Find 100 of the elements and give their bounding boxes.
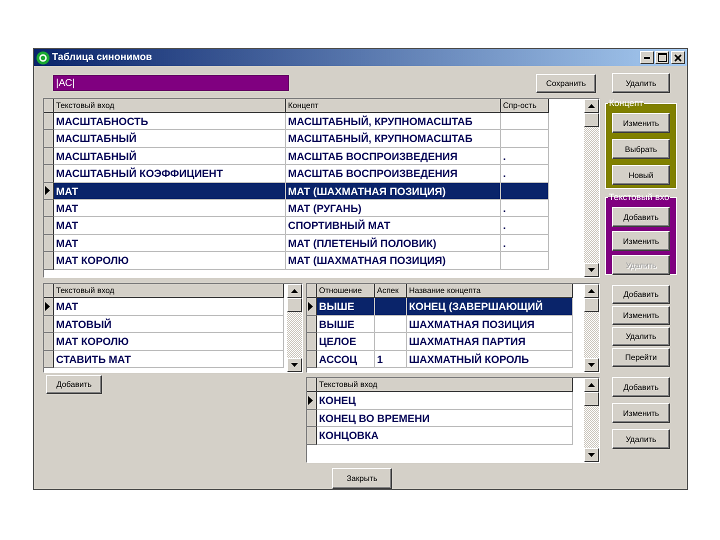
table-cell: ВЫШЕ <box>317 316 375 333</box>
up-arrow-icon <box>588 383 595 387</box>
scroll-down-button[interactable] <box>584 263 599 277</box>
scroll-thumb[interactable] <box>584 392 599 406</box>
table-row[interactable]: МАТ СПОРТИВНЫЙ МАТ . <box>44 217 584 235</box>
column-header[interactable]: Аспек <box>375 284 407 298</box>
up-arrow-icon <box>291 289 298 293</box>
table-row[interactable]: ВЫШЕ КОНЕЦ (ЗАВЕРШАЮЩИЙ <box>307 298 584 316</box>
table-row[interactable]: МАТ КОРОЛЮ МАТ (ШАХМАТНАЯ ПОЗИЦИЯ) <box>44 252 584 270</box>
table-row[interactable]: МАТ МАТ (РУГАНЬ) . <box>44 200 584 218</box>
row-indicator[interactable] <box>44 316 54 333</box>
concept-button[interactable]: Изменить <box>612 113 670 133</box>
up-arrow-icon <box>588 289 595 293</box>
table-row[interactable]: ВЫШЕ ШАХМАТНАЯ ПОЗИЦИЯ <box>307 316 584 333</box>
row-indicator[interactable] <box>307 392 317 410</box>
current-row-icon <box>308 396 313 405</box>
scroll-up-button[interactable] <box>584 99 599 113</box>
maximize-button[interactable] <box>655 51 669 64</box>
row-indicator[interactable] <box>44 130 54 148</box>
table-cell: МАСШТАБНОСТЬ <box>54 113 286 130</box>
save-button[interactable]: Сохранить <box>536 74 596 92</box>
scroll-thumb[interactable] <box>287 298 302 312</box>
close-button[interactable] <box>671 51 685 64</box>
column-header[interactable]: Концепт <box>286 99 501 113</box>
scroll-down-button[interactable] <box>584 448 599 462</box>
table-cell: ШАХМАТНАЯ ПАРТИЯ <box>407 333 573 350</box>
row-indicator[interactable] <box>44 200 54 218</box>
table-cell: . <box>501 148 549 166</box>
scrollbar[interactable] <box>584 99 599 277</box>
relation-button[interactable]: Добавить <box>612 285 670 304</box>
text-button[interactable]: Удалить <box>612 429 670 449</box>
table-cell: МАСШТАБ ВОСПРОИЗВЕДЕНИЯ <box>286 148 501 166</box>
text-entry-button[interactable]: Добавить <box>612 207 670 227</box>
column-header[interactable]: Текстовый вход <box>317 378 573 392</box>
table-row[interactable]: АССОЦ 1 ШАХМАТНЫЙ КОРОЛЬ <box>307 350 584 368</box>
minimize-button[interactable] <box>640 51 654 64</box>
table-cell <box>375 333 407 350</box>
table-cell: МАТ (ШАХМАТНАЯ ПОЗИЦИЯ) <box>286 182 501 200</box>
table-cell: МАСШТАБНЫЙ, КРУПНОМАСШТАБ <box>286 130 501 148</box>
table-row[interactable]: МАТ МАТ (ПЛЕТЕНЫЙ ПОЛОВИК) . <box>44 234 584 252</box>
row-indicator[interactable] <box>307 298 317 316</box>
row-indicator[interactable] <box>307 316 317 333</box>
current-row-icon <box>308 302 313 311</box>
table-row[interactable]: МАСШТАБНОСТЬ МАСШТАБНЫЙ, КРУПНОМАСШТАБ <box>44 113 584 130</box>
table-cell: МАСШТАБНЫЙ, КРУПНОМАСШТАБ <box>286 113 501 130</box>
add-button[interactable]: Добавить <box>46 375 102 394</box>
table-cell <box>375 316 407 333</box>
column-header[interactable]: Текстовый вход <box>54 284 284 298</box>
table-row[interactable]: ЦЕЛОЕ ШАХМАТНАЯ ПАРТИЯ <box>307 333 584 350</box>
table-cell <box>501 182 549 200</box>
table-cell <box>501 113 549 130</box>
column-header[interactable]: Отношение <box>317 284 375 298</box>
scroll-thumb[interactable] <box>584 113 599 127</box>
close-dialog-button[interactable]: Закрыть <box>332 468 392 489</box>
row-indicator[interactable] <box>44 217 54 235</box>
scroll-down-button[interactable] <box>287 358 302 372</box>
relation-button[interactable]: Изменить <box>612 306 670 325</box>
relation-button[interactable]: Удалить <box>612 327 670 346</box>
column-header[interactable]: Спр-ость <box>501 99 549 113</box>
scrollbar[interactable] <box>584 284 599 372</box>
column-header[interactable]: Название концепта <box>407 284 573 298</box>
scroll-down-button[interactable] <box>584 358 599 372</box>
scroll-up-button[interactable] <box>584 378 599 392</box>
table-cell: СПОРТИВНЫЙ МАТ <box>286 217 501 235</box>
row-indicator[interactable] <box>44 234 54 252</box>
row-indicator[interactable] <box>44 148 54 166</box>
concept-button[interactable]: Новый <box>612 165 670 185</box>
table-row[interactable]: МАТ МАТ (ШАХМАТНАЯ ПОЗИЦИЯ) <box>44 182 584 200</box>
row-indicator[interactable] <box>307 350 317 368</box>
concept-button[interactable]: Выбрать <box>612 139 670 159</box>
row-indicator[interactable] <box>44 298 54 316</box>
search-field[interactable]: |АС| <box>53 75 289 91</box>
delete-button[interactable]: Удалить <box>612 73 670 93</box>
table-row[interactable]: МАСШТАБНЫЙ МАСШТАБНЫЙ, КРУПНОМАСШТАБ <box>44 130 584 148</box>
row-indicator[interactable] <box>44 350 54 368</box>
row-indicator[interactable] <box>44 252 54 270</box>
table-row[interactable]: МАСШТАБНЫЙ МАСШТАБ ВОСПРОИЗВЕДЕНИЯ . <box>44 148 584 166</box>
row-indicator[interactable] <box>44 113 54 130</box>
table-cell <box>501 130 549 148</box>
scroll-thumb[interactable] <box>584 298 599 312</box>
row-indicator[interactable] <box>44 182 54 200</box>
window-title: Таблица синонимов <box>52 52 154 63</box>
row-indicator[interactable] <box>307 333 317 350</box>
row-indicator[interactable] <box>44 333 54 350</box>
down-arrow-icon <box>588 268 595 272</box>
text-entry-button[interactable]: Изменить <box>612 231 670 251</box>
text-button[interactable]: Изменить <box>612 403 670 423</box>
scroll-up-button[interactable] <box>287 284 302 298</box>
relation-button[interactable]: Перейти <box>612 348 670 367</box>
table-cell: МАТ (РУГАНЬ) <box>286 200 501 218</box>
text-button[interactable]: Добавить <box>612 377 670 397</box>
scrollbar[interactable] <box>287 284 302 372</box>
row-indicator[interactable] <box>307 427 317 444</box>
row-indicator[interactable] <box>44 165 54 183</box>
row-indicator[interactable] <box>307 410 317 427</box>
scrollbar[interactable] <box>584 378 599 462</box>
table-cell: ЦЕЛОЕ <box>317 333 375 350</box>
scroll-up-button[interactable] <box>584 284 599 298</box>
column-header[interactable]: Текстовый вход <box>54 99 286 113</box>
table-cell: МАТ КОРОЛЮ <box>54 252 286 270</box>
